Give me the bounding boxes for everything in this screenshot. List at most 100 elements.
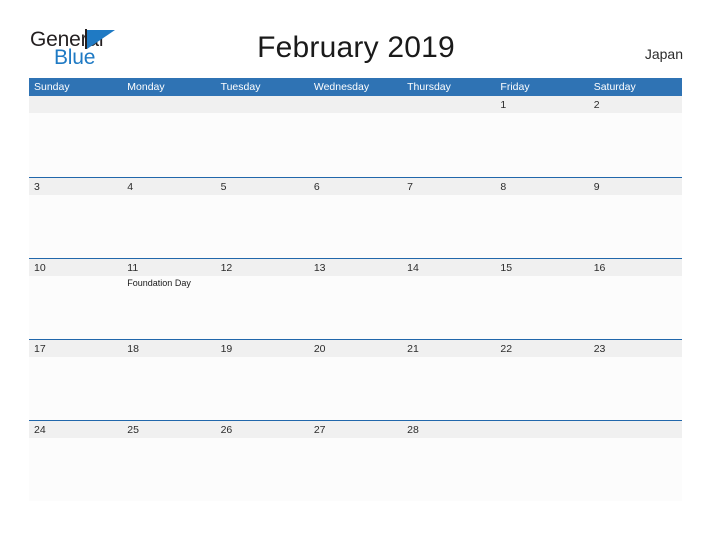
calendar-day-cell[interactable]: 9 — [588, 178, 682, 258]
calendar-day-cell[interactable]: 2 — [588, 96, 682, 176]
day-number: 25 — [127, 424, 139, 436]
day-number-band — [308, 96, 403, 113]
calendar-week-row: 10 11 Foundation Day 12 13 14 15 16 — [29, 258, 682, 339]
day-number: 5 — [220, 181, 227, 193]
calendar-day-cell[interactable]: 6 — [308, 178, 403, 258]
day-number: 15 — [500, 262, 513, 274]
day-number-band — [215, 96, 309, 113]
weekday-header-monday: Monday — [127, 81, 165, 93]
day-number-band — [495, 421, 589, 438]
day-number: 1 — [500, 99, 507, 111]
day-number-band — [588, 421, 682, 438]
day-number: 26 — [220, 424, 233, 436]
day-number-band — [588, 96, 682, 113]
calendar-week-row: 17 18 19 20 21 22 23 — [29, 339, 682, 420]
weekday-header-tuesday: Tuesday — [220, 81, 261, 93]
weekday-header-sunday: Sunday — [34, 81, 70, 93]
day-number-band — [215, 178, 309, 195]
day-number: 22 — [500, 343, 513, 355]
day-number: 8 — [500, 181, 507, 193]
day-number-band — [495, 96, 589, 113]
weekday-header-friday: Friday — [500, 81, 530, 93]
calendar-day-cell-empty[interactable] — [29, 96, 123, 176]
calendar-day-cell[interactable]: 17 — [29, 340, 123, 420]
day-number-band — [402, 96, 496, 113]
calendar-day-cell[interactable]: 25 — [122, 421, 216, 501]
calendar-day-cell[interactable]: 22 — [495, 340, 589, 420]
calendar-day-cell-empty[interactable] — [215, 96, 309, 176]
day-number: 28 — [407, 424, 419, 436]
calendar-day-cell[interactable]: 8 — [495, 178, 589, 258]
calendar-week-row: 12 — [29, 96, 682, 177]
day-number: 23 — [593, 343, 606, 355]
weekday-header-saturday: Saturday — [593, 81, 636, 93]
day-number: 7 — [407, 181, 413, 193]
calendar-grid: Sunday Monday Tuesday Wednesday Thursday… — [29, 78, 682, 501]
day-number: 10 — [34, 262, 46, 274]
calendar-day-cell[interactable]: 14 — [402, 259, 496, 339]
calendar-week-row: 3 4 5 6 7 8 9 — [29, 177, 682, 258]
day-number: 27 — [313, 424, 326, 436]
calendar-day-cell-empty[interactable] — [588, 421, 682, 501]
calendar-day-cell[interactable]: 27 — [308, 421, 403, 501]
day-number-band — [495, 178, 589, 195]
day-number: 6 — [313, 181, 320, 193]
day-number-band — [588, 178, 682, 195]
day-number: 13 — [313, 262, 326, 274]
calendar-day-cell[interactable]: 3 — [29, 178, 123, 258]
day-number: 14 — [407, 262, 419, 274]
calendar-day-cell[interactable]: 15 — [495, 259, 589, 339]
calendar-page: General Blue February 2019 Japan Sunday … — [0, 0, 712, 550]
calendar-day-cell[interactable]: 11 Foundation Day — [122, 259, 216, 339]
calendar-week-row: 24 25 26 27 28 — [29, 420, 682, 501]
calendar-day-cell[interactable]: 24 — [29, 421, 123, 501]
day-number-band — [308, 178, 403, 195]
calendar-day-cell[interactable]: 5 — [215, 178, 309, 258]
calendar-day-cell[interactable]: 23 — [588, 340, 682, 420]
day-number: 17 — [34, 343, 46, 355]
day-number: 24 — [34, 424, 46, 436]
calendar-day-cell[interactable]: 19 — [215, 340, 309, 420]
day-number-band — [29, 96, 123, 113]
day-number: 11 — [127, 262, 139, 274]
calendar-day-cell[interactable]: 12 — [215, 259, 309, 339]
day-number-band — [29, 178, 123, 195]
weekday-header-row: Sunday Monday Tuesday Wednesday Thursday… — [29, 78, 682, 96]
day-number-band — [402, 178, 496, 195]
calendar-day-cell[interactable]: 18 — [122, 340, 216, 420]
calendar-day-cell[interactable]: 4 — [122, 178, 216, 258]
calendar-day-cell[interactable]: 21 — [402, 340, 496, 420]
weekday-header-wednesday: Wednesday — [313, 81, 370, 93]
calendar-day-cell[interactable]: 13 — [308, 259, 403, 339]
calendar-day-cell[interactable]: 7 — [402, 178, 496, 258]
day-number: 4 — [127, 181, 134, 193]
day-number: 3 — [34, 181, 40, 193]
day-number-band — [122, 178, 216, 195]
page-title: February 2019 — [257, 31, 455, 64]
calendar-day-cell-empty[interactable] — [122, 96, 216, 176]
calendar-day-cell[interactable]: 10 — [29, 259, 123, 339]
calendar-day-cell[interactable]: 28 — [402, 421, 496, 501]
calendar-weeks: 1 2 3 4 5 6 7 8 9 10 11 Foundation Day 12 13 14 15 16 17 1… — [29, 96, 682, 501]
calendar-day-cell-empty[interactable] — [308, 96, 403, 176]
day-number: 20 — [313, 343, 326, 355]
day-number: 19 — [220, 343, 233, 355]
day-number: 2 — [593, 99, 600, 111]
day-number: 16 — [593, 262, 606, 274]
day-number: 18 — [127, 343, 139, 355]
calendar-day-cell[interactable]: 16 — [588, 259, 682, 339]
calendar-day-cell[interactable]: 20 — [308, 340, 403, 420]
weekday-header-thursday: Thursday — [407, 81, 451, 93]
day-number-band — [122, 96, 216, 113]
calendar-day-cell[interactable]: 1 — [495, 96, 589, 176]
holiday-event-label: Foundation Day — [127, 278, 191, 288]
calendar-day-cell-empty[interactable] — [402, 96, 496, 176]
calendar-day-cell[interactable]: 26 — [215, 421, 309, 501]
page-header: General Blue February 2019 Japan — [0, 0, 712, 78]
day-number: 12 — [220, 262, 233, 274]
day-number: 9 — [593, 181, 600, 193]
day-number: 21 — [407, 343, 419, 355]
day-events: Foundation Day — [127, 277, 212, 290]
calendar-day-cell-empty[interactable] — [495, 421, 589, 501]
region-label: Japan — [644, 46, 683, 62]
